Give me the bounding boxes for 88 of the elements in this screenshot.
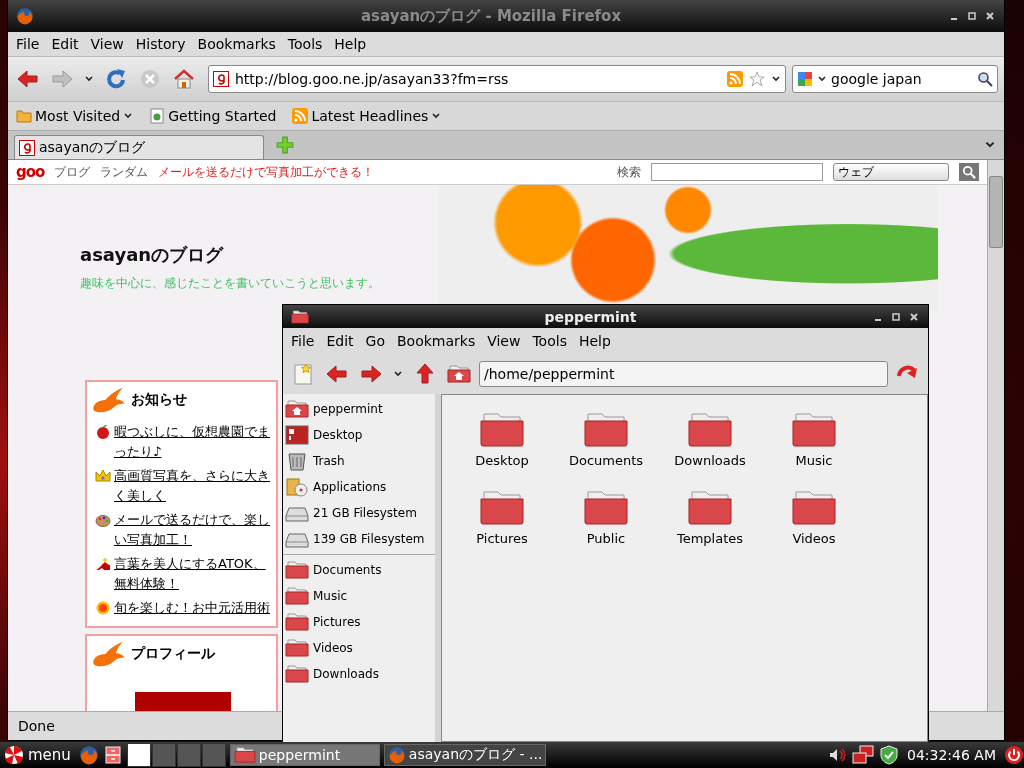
nav-link[interactable]: ランダム [100,163,149,181]
place-label: Documents [313,563,382,577]
file-label: Templates [676,531,744,546]
bookmark-label: Getting Started [168,108,277,124]
file-label: Desktop [475,453,529,468]
place-label: Music [313,589,348,603]
folder-item[interactable]: Documents [554,409,658,487]
address-text: http://blog.goo.ne.jp/asayan33?fm=rss [235,71,510,87]
news-link[interactable]: 旬を楽しむ！お中元活用術 [114,598,270,618]
window-title: peppermint [543,308,638,325]
place-item[interactable]: Videos [283,635,435,661]
search-text: google japan [831,71,923,87]
file-label: Documents [568,453,644,468]
window-title: asayanのブログ - Mozilla Firefox [359,6,623,26]
menu-item[interactable]: Tools [526,331,573,351]
file-label: Music [795,453,833,468]
place-item[interactable]: Music [283,583,435,609]
search-field[interactable]: google japan [792,65,998,93]
place-label: 139 GB Filesystem [313,532,425,546]
file-label: Pictures [476,531,528,546]
menu-item[interactable]: Help [572,331,617,351]
bookmark-item[interactable]: Getting Started [147,106,279,126]
place-label: Videos [313,641,353,655]
menu-item[interactable]: Edit [320,331,360,351]
tab-label: asayanのブログ [39,138,146,157]
folder-item[interactable]: Templates [658,487,762,565]
place-item[interactable]: Trash [283,448,435,474]
search-label: 検索 [617,163,641,181]
menu-item[interactable]: Go [359,331,391,351]
menu-item[interactable]: Edit [45,34,85,54]
menu-item[interactable]: File [285,331,321,351]
news-link[interactable]: メールで送るだけで、楽しい写真加工！ [114,510,270,550]
place-item[interactable]: 139 GB Filesystem [283,526,435,552]
place-item[interactable]: Applications [283,474,435,500]
task-label: asayanのブログ - ... [408,746,543,764]
folder-item[interactable]: Videos [762,487,866,565]
place-label: Desktop [313,428,363,442]
clock-text: 04:32:46 AM [906,747,997,763]
card-title: プロフィール [131,645,215,663]
location-field[interactable]: /home/peppermint [479,361,888,387]
menu-item[interactable]: View [481,331,527,351]
place-item[interactable]: Pictures [283,609,435,635]
bookmark-label: Latest Headlines [311,108,429,124]
file-label: Downloads [674,453,746,468]
menu-item[interactable]: File [10,34,46,54]
address-field[interactable]: http://blog.goo.ne.jp/asayan33?fm=rss [208,65,786,93]
place-label: Pictures [313,615,361,629]
browser-tab[interactable]: asayanのブログ [14,135,264,159]
place-label: 21 GB Filesystem [313,506,417,520]
menu-item[interactable]: View [84,34,130,54]
blog-title: asayanのブログ [80,243,225,267]
folder-item[interactable]: Desktop [450,409,554,487]
place-label: Downloads [313,667,379,681]
place-label: peppermint [313,402,383,416]
menu-item[interactable]: Tools [281,34,329,54]
folder-item[interactable]: Music [762,409,866,487]
file-label: Public [586,531,626,546]
place-item[interactable]: 21 GB Filesystem [283,500,435,526]
menu-item[interactable]: History [129,34,192,54]
task-button[interactable]: peppermint [229,744,380,766]
menu-button[interactable]: menu [0,743,75,767]
menu-item[interactable]: Bookmarks [391,331,482,351]
place-item[interactable]: Documents [283,557,435,583]
site-logo[interactable]: goo [16,163,45,181]
task-button[interactable]: asayanのブログ - ... [383,744,547,766]
place-label: Applications [313,480,387,494]
task-label: peppermint [258,747,341,763]
bookmark-item[interactable]: Most Visited [14,106,136,126]
news-link[interactable]: 高画質写真を、さらに大きく美しく [114,466,270,506]
folder-item[interactable]: Public [554,487,658,565]
news-link[interactable]: 暇つぶしに、仮想農園でまったり♪ [114,422,270,462]
place-item[interactable]: Desktop [283,422,435,448]
nav-link[interactable]: ブログ [54,163,91,181]
promo-link[interactable]: メールを送るだけで写真加工ができる！ [158,163,607,181]
folder-item[interactable]: Pictures [450,487,554,565]
menu-item[interactable]: Help [328,34,373,54]
card-title: お知らせ [131,391,187,409]
blog-subtitle: 趣味を中心に、感じたことを書いていこうと思います。 [80,275,381,292]
menu-item[interactable]: Bookmarks [191,34,282,54]
bookmark-item[interactable]: Latest Headlines [290,106,444,126]
scope-select[interactable]: ウェブ [833,163,949,181]
place-item[interactable]: peppermint [283,396,435,422]
file-label: Videos [792,531,836,546]
folder-item[interactable]: Downloads [658,409,762,487]
place-item[interactable]: Downloads [283,661,435,687]
bookmark-label: Most Visited [35,108,121,124]
place-label: Trash [313,454,345,468]
news-link[interactable]: 言葉を美人にするATOK、無料体験！ [114,554,270,594]
